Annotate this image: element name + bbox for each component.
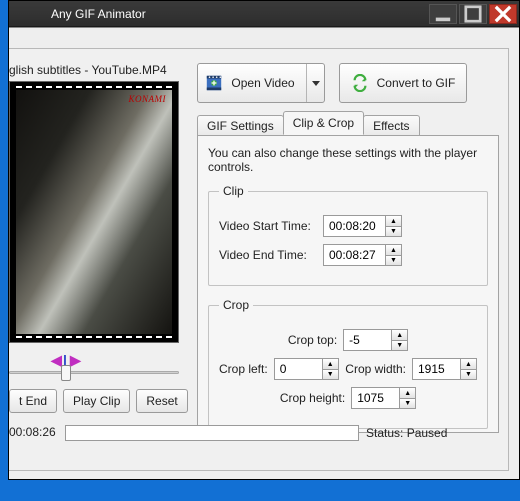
crop-group: Crop Crop top: ▲▼ Crop left: — [208, 298, 488, 429]
crop-width-down[interactable]: ▼ — [460, 369, 477, 380]
clip-legend: Clip — [219, 184, 248, 198]
tab-clip-and-crop[interactable]: Clip & Crop — [283, 111, 364, 135]
crop-top-label: Crop top: — [288, 333, 337, 347]
film-icon — [205, 74, 223, 92]
transport-buttons: t End Play Clip Reset — [9, 389, 188, 413]
file-name-label: glish subtitles - YouTube.MP4 — [9, 63, 167, 77]
tab-gif-settings[interactable]: GIF Settings — [197, 115, 284, 136]
seek-track[interactable] — [9, 371, 179, 374]
seek-bar[interactable]: ◀ | ▶ — [9, 351, 179, 385]
crop-left-up[interactable]: ▲ — [322, 358, 339, 369]
video-end-spinner: ▲ ▼ — [323, 244, 402, 266]
close-button[interactable] — [489, 4, 517, 24]
video-end-label: Video End Time: — [219, 248, 323, 262]
crop-legend: Crop — [219, 298, 253, 312]
video-end-input[interactable] — [323, 244, 385, 266]
convert-icon — [351, 74, 369, 92]
crop-left-spinner: ▲▼ — [274, 358, 339, 380]
clip-group: Clip Video Start Time: ▲ ▼ — [208, 184, 488, 286]
crop-top-down[interactable]: ▼ — [391, 340, 408, 351]
convert-to-gif-button[interactable]: Convert to GIF — [339, 63, 467, 103]
titlebar[interactable]: Any GIF Animator — [9, 1, 519, 27]
tab-body-clip-crop: You can also change these settings with … — [197, 135, 499, 433]
crop-height-spinner: ▲▼ — [351, 387, 416, 409]
set-end-button[interactable]: t End — [9, 389, 57, 413]
video-end-up[interactable]: ▲ — [385, 244, 402, 255]
open-video-label: Open Video — [231, 76, 294, 90]
crop-left-down[interactable]: ▼ — [322, 369, 339, 380]
crop-width-label: Crop width: — [345, 362, 406, 376]
video-start-spinner: ▲ ▼ — [323, 215, 402, 237]
tab-description: You can also change these settings with … — [208, 146, 488, 174]
watermark-text: KONAMI — [129, 94, 167, 104]
action-buttons: Open Video Convert to GIF — [197, 63, 467, 103]
video-end-down[interactable]: ▼ — [385, 255, 402, 266]
minimize-button[interactable] — [429, 4, 457, 24]
tab-effects[interactable]: Effects — [363, 115, 419, 136]
play-clip-button[interactable]: Play Clip — [63, 389, 130, 413]
crop-height-input[interactable] — [351, 387, 399, 409]
body-area: glish subtitles - YouTube.MP4 KONAMI ◀ |… — [9, 27, 519, 479]
open-video-button[interactable]: Open Video — [197, 63, 325, 103]
status-label: Status: Paused — [366, 426, 447, 440]
maximize-button[interactable] — [459, 4, 487, 24]
crop-top-input[interactable] — [343, 329, 391, 351]
chevron-down-icon — [312, 81, 320, 86]
convert-label: Convert to GIF — [377, 76, 456, 90]
video-preview[interactable]: KONAMI — [9, 81, 179, 343]
crop-top-spinner: ▲▼ — [343, 329, 408, 351]
video-start-label: Video Start Time: — [219, 219, 323, 233]
crop-height-label: Crop height: — [280, 391, 345, 405]
reset-button[interactable]: Reset — [136, 389, 187, 413]
video-start-up[interactable]: ▲ — [385, 215, 402, 226]
window-title: Any GIF Animator — [51, 7, 146, 21]
video-start-input[interactable] — [323, 215, 385, 237]
clip-end-marker-icon[interactable]: ▶ — [70, 353, 81, 367]
crop-height-up[interactable]: ▲ — [399, 387, 416, 398]
open-video-dropdown[interactable] — [306, 64, 324, 102]
app-window: Any GIF Animator glish subtitles - YouTu… — [8, 0, 520, 480]
crop-left-label: Crop left: — [219, 362, 268, 376]
crop-width-up[interactable]: ▲ — [460, 358, 477, 369]
main-panel: glish subtitles - YouTube.MP4 KONAMI ◀ |… — [9, 48, 509, 471]
current-time-label: 00:08:26 — [9, 425, 56, 439]
tab-bar: GIF Settings Clip & Crop Effects — [197, 113, 499, 135]
clip-start-marker-icon[interactable]: ◀ — [51, 353, 62, 367]
crop-left-input[interactable] — [274, 358, 322, 380]
crop-width-input[interactable] — [412, 358, 460, 380]
progress-bar — [65, 425, 359, 441]
settings-tabs: GIF Settings Clip & Crop Effects You can… — [197, 113, 499, 433]
crop-width-spinner: ▲▼ — [412, 358, 477, 380]
seek-thumb[interactable] — [61, 365, 71, 381]
video-frame: KONAMI — [16, 90, 172, 334]
crop-top-up[interactable]: ▲ — [391, 329, 408, 340]
video-start-down[interactable]: ▼ — [385, 226, 402, 237]
crop-height-down[interactable]: ▼ — [399, 398, 416, 409]
